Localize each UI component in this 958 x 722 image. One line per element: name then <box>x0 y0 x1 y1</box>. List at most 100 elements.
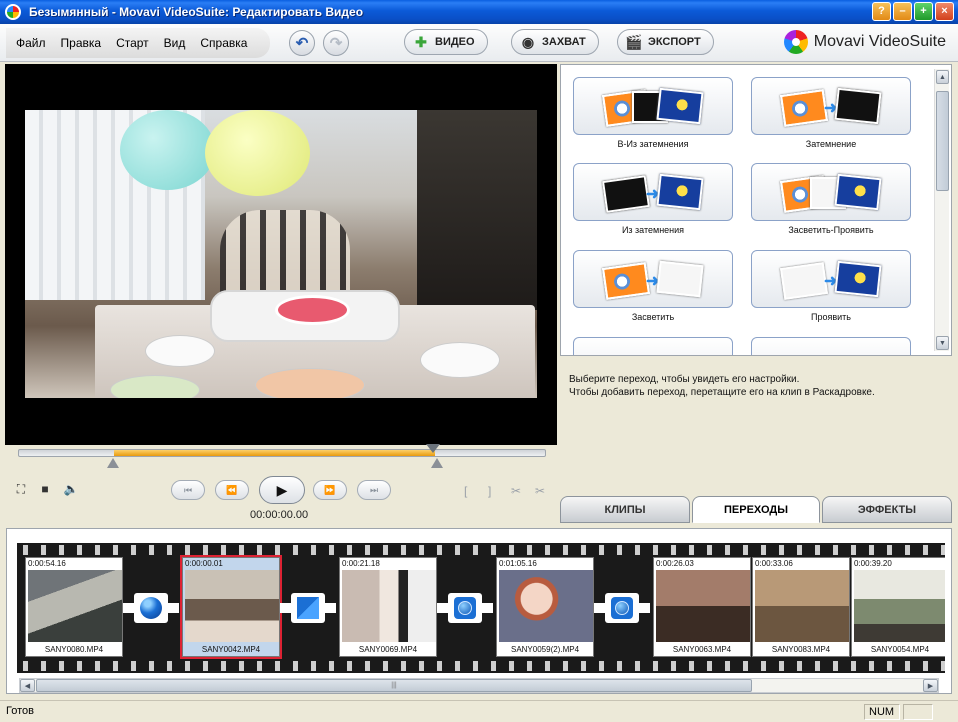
split-icon[interactable]: ✂ <box>511 484 521 498</box>
storyboard-clip[interactable]: 0:00:33.06 SANY0083.MP4 <box>752 557 850 657</box>
scroll-thumb[interactable]: ||| <box>36 679 752 692</box>
title-bar[interactable]: Безымянный - Movavi VideoSuite: Редактир… <box>0 0 958 24</box>
status-cell-empty <box>903 704 933 720</box>
menu-edit[interactable]: Правка <box>61 36 102 50</box>
video-preview[interactable] <box>5 64 557 445</box>
transition-preview-icon: ➜ <box>779 260 884 300</box>
clip-duration: 0:00:39.20 <box>854 559 892 568</box>
capture-button-label: ЗАХВАТ <box>542 36 586 48</box>
export-button-label: ЭКСПОРТ <box>648 36 701 48</box>
timeline-seek-bar[interactable] <box>18 444 546 457</box>
storyboard-clip[interactable]: 0:01:05.16 SANY0059(2).MP4 <box>496 557 594 657</box>
transition-item[interactable]: ➜ <box>573 163 733 221</box>
redo-button[interactable]: ↷ <box>323 30 349 56</box>
transition-preview-icon: ➜ <box>601 260 706 300</box>
transition-item[interactable]: ➜ <box>751 250 911 308</box>
playhead-handle[interactable] <box>426 444 440 453</box>
scroll-up-icon[interactable]: ▲ <box>936 70 949 84</box>
brand-logo: Movavi VideoSuite <box>783 30 946 54</box>
clip-duration: 0:00:33.06 <box>755 559 793 568</box>
transition-item[interactable]: ➜ <box>751 77 911 135</box>
transition-item[interactable]: ➜ <box>573 250 733 308</box>
clip-duration: 0:00:21.18 <box>342 559 380 568</box>
clip-thumbnail <box>656 570 750 642</box>
storyboard-transition-icon[interactable] <box>605 593 639 623</box>
transitions-scrollbar[interactable]: ▲ ▼ <box>934 69 949 351</box>
video-button-label: ВИДЕО <box>435 36 475 48</box>
mark-out-icon[interactable]: ] <box>488 484 491 498</box>
transitions-panel: ➜ В-Из затемнения ➜ Затемнение ➜ Из затемнени… <box>560 64 952 356</box>
storyboard-clip[interactable]: 0:00:39.20 SANY0054.MP4 <box>851 557 945 657</box>
tab-clips[interactable]: КЛИПЫ <box>560 496 690 523</box>
volume-icon[interactable]: 🔈 <box>64 482 79 496</box>
stop-icon[interactable]: ■ <box>38 482 52 496</box>
storyboard-scrollbar[interactable]: ◀ ||| ▶ <box>19 678 939 693</box>
storyboard: 0:00:54.16 SANY0080.MP4 0:00:00.01 SANY0042… <box>6 528 952 694</box>
brand-name: Movavi VideoSuite <box>813 33 946 50</box>
close-button[interactable]: × <box>935 2 954 21</box>
transition-label: Засветить-Проявить <box>788 225 874 235</box>
scroll-down-icon[interactable]: ▼ <box>936 336 949 350</box>
storyboard-transition-icon[interactable] <box>134 593 168 623</box>
storyboard-clip[interactable]: 0:00:54.16 SANY0080.MP4 <box>25 557 123 657</box>
transition-item[interactable]: ➜ <box>573 77 733 135</box>
scroll-right-icon[interactable]: ▶ <box>923 679 938 692</box>
undo-button[interactable]: ↶ <box>289 30 315 56</box>
selection-range <box>114 450 435 456</box>
clip-thumbnail <box>185 570 279 642</box>
clip-duration: 0:01:05.16 <box>499 559 537 568</box>
transition-label: В-Из затемнения <box>617 139 689 149</box>
hint-line-2: Чтобы добавить переход, перетащите его н… <box>569 387 875 398</box>
video-button[interactable]: ✚ ВИДЕО <box>404 29 488 55</box>
clip-thumbnail <box>28 570 122 642</box>
clip-filename: SANY0042.MP4 <box>201 645 261 654</box>
transitions-hint: Выберите переход, чтобы увидеть его наст… <box>569 373 939 399</box>
go-to-start-button[interactable]: ⏮ <box>171 480 205 500</box>
filmstrip: 0:00:54.16 SANY0080.MP4 0:00:00.01 SANY0042… <box>17 543 945 673</box>
transition-item-partial[interactable] <box>751 337 911 355</box>
app-logo-icon <box>5 4 21 20</box>
rewind-button[interactable]: ⏪ <box>215 480 249 500</box>
go-to-end-button[interactable]: ⏭ <box>357 480 391 500</box>
transition-label: Проявить <box>811 312 851 322</box>
selection-start-marker[interactable] <box>107 458 119 468</box>
num-lock-indicator: NUM <box>864 704 900 720</box>
trim-icon[interactable]: ✂ <box>535 484 545 498</box>
clip-duration: 0:00:00.01 <box>185 559 223 568</box>
maximize-button[interactable]: + <box>914 2 933 21</box>
window-title: Безымянный - Movavi VideoSuite: Редактир… <box>29 5 364 19</box>
storyboard-clip[interactable]: 0:00:26.03 SANY0063.MP4 <box>653 557 751 657</box>
scroll-thumb[interactable] <box>936 91 949 191</box>
storyboard-transition-icon[interactable] <box>448 593 482 623</box>
storyboard-transition-icon[interactable] <box>291 593 325 623</box>
transition-item-partial[interactable] <box>573 337 733 355</box>
play-button[interactable]: ▶ <box>259 476 305 504</box>
clip-duration: 0:00:54.16 <box>28 559 66 568</box>
capture-button[interactable]: ◉ ЗАХВАТ <box>511 29 599 55</box>
transition-preview-icon: ➜ <box>779 173 884 213</box>
storyboard-clip[interactable]: 0:00:21.18 SANY0069.MP4 <box>339 557 437 657</box>
menu-view[interactable]: Вид <box>164 36 186 50</box>
panel-tabs: КЛИПЫ ПЕРЕХОДЫ ЭФФЕКТЫ <box>558 496 954 523</box>
transition-item[interactable]: ➜ <box>751 163 911 221</box>
menu-help[interactable]: Справка <box>200 36 247 50</box>
status-text: Готов <box>6 705 34 717</box>
tab-effects[interactable]: ЭФФЕКТЫ <box>822 496 952 523</box>
storyboard-clip[interactable]: 0:00:00.01 SANY0042.MP4 <box>180 555 282 659</box>
help-button[interactable]: ? <box>872 2 891 21</box>
clapperboard-icon: 🎬 <box>625 33 643 50</box>
menu-bar: Файл Правка Старт Вид Справка <box>6 28 270 58</box>
minimize-button[interactable]: – <box>893 2 912 21</box>
export-button[interactable]: 🎬 ЭКСПОРТ <box>617 29 714 55</box>
clip-filename: SANY0083.MP4 <box>771 645 831 654</box>
scroll-left-icon[interactable]: ◀ <box>20 679 35 692</box>
tab-transitions[interactable]: ПЕРЕХОДЫ <box>692 496 820 523</box>
menu-file[interactable]: Файл <box>16 36 46 50</box>
selection-end-marker[interactable] <box>431 458 443 468</box>
clip-filename: SANY0059(2).MP4 <box>510 645 580 654</box>
clip-thumbnail <box>755 570 849 642</box>
mark-in-icon[interactable]: [ <box>464 484 467 498</box>
forward-button[interactable]: ⏩ <box>313 480 347 500</box>
menu-start[interactable]: Старт <box>116 36 149 50</box>
fullscreen-icon[interactable]: ⛶ <box>14 482 28 496</box>
